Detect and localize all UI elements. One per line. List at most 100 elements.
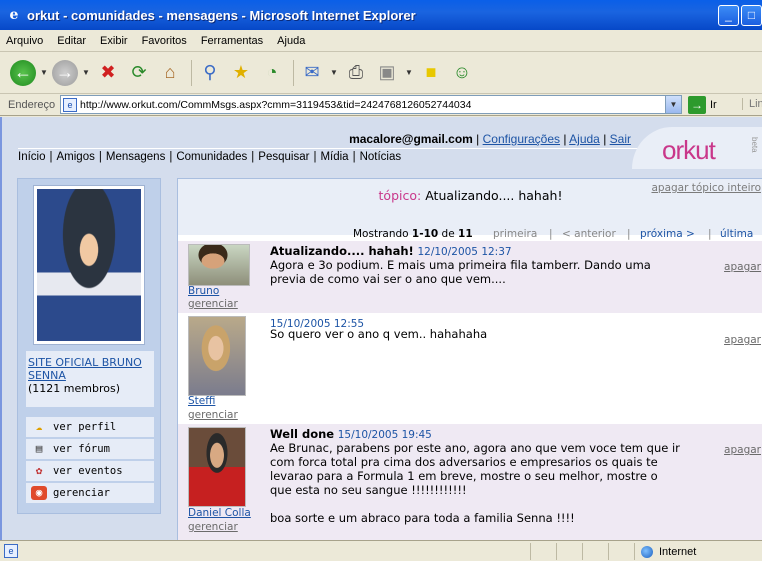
- community-photo[interactable]: [33, 185, 145, 345]
- manage-link[interactable]: gerenciar: [188, 521, 238, 533]
- action-label: ver fórum: [53, 443, 110, 455]
- message-header: Atualizando.... hahah! 12/10/2005 12:37: [270, 244, 512, 258]
- action-ver-perfil[interactable]: ☁ ver perfil: [26, 417, 154, 437]
- avatar[interactable]: [188, 316, 246, 396]
- nav-comunidades[interactable]: Comunidades: [176, 151, 247, 163]
- prev-page-link[interactable]: < anterior: [562, 228, 616, 240]
- minimize-button[interactable]: _: [718, 5, 739, 26]
- print-icon[interactable]: ⎙: [342, 59, 370, 87]
- message-body: Ae Brunac, parabens por este ano, agora …: [270, 441, 680, 525]
- forward-icon[interactable]: →: [52, 59, 78, 86]
- events-icon: ✿: [35, 464, 43, 477]
- author-link[interactable]: Steffi: [188, 395, 215, 407]
- beta-label: beta: [750, 137, 759, 153]
- manage-link[interactable]: gerenciar: [188, 298, 238, 310]
- menu-arquivo[interactable]: Arquivo: [6, 35, 43, 47]
- stop-icon[interactable]: ✖: [94, 59, 122, 87]
- message-body: Agora e 3o podium. E mais uma primeira f…: [270, 258, 651, 286]
- community-actions: ☁ ver perfil ▤ ver fórum ✿ ver eventos ◉…: [26, 417, 154, 505]
- nav-midia[interactable]: Mídia: [320, 151, 348, 163]
- edit-icon[interactable]: ▣: [373, 59, 401, 87]
- action-label: ver eventos: [53, 465, 123, 477]
- menu-ajuda[interactable]: Ajuda: [277, 35, 305, 47]
- help-link[interactable]: Ajuda: [569, 132, 600, 146]
- message-item: Bruno gerenciar Atualizando.... hahah! 1…: [178, 241, 762, 313]
- total: 11: [458, 228, 473, 240]
- go-button[interactable]: → Ir: [688, 95, 717, 114]
- home-icon[interactable]: ⌂: [156, 59, 184, 87]
- main-nav: Início | Amigos | Mensagens | Comunidades | Pesq…: [18, 148, 644, 165]
- mail-icon[interactable]: ✉: [298, 59, 326, 87]
- nav-inicio[interactable]: Início: [18, 151, 46, 163]
- menu-exibir[interactable]: Exibir: [100, 35, 128, 47]
- action-ver-forum[interactable]: ▤ ver fórum: [26, 439, 154, 459]
- maximize-button[interactable]: □: [741, 5, 762, 26]
- refresh-icon[interactable]: ⟳: [125, 59, 153, 87]
- back-icon[interactable]: ←: [10, 59, 36, 86]
- links-toolbar[interactable]: Links: [742, 98, 762, 110]
- logout-link[interactable]: Sair: [610, 132, 631, 146]
- favorites-icon[interactable]: ★: [227, 59, 255, 87]
- settings-link[interactable]: Configurações: [483, 132, 560, 146]
- topic-title-line: tópico: Atualizando.... hahah!: [178, 188, 762, 203]
- range: 1-10: [411, 228, 439, 240]
- forum-icon: ▤: [35, 442, 43, 455]
- messenger-icon[interactable]: ☺: [448, 59, 476, 87]
- address-bar: Endereço e http://www.orkut.com/CommMsgs…: [0, 94, 762, 116]
- community-info: SITE OFICIAL BRUNO SENNA (1121 membros): [26, 351, 154, 407]
- zone-label: Internet: [659, 545, 697, 558]
- mail-dropdown-icon[interactable]: ▼: [329, 59, 339, 87]
- member-count: (1121 membros): [28, 382, 120, 395]
- menu-ferramentas[interactable]: Ferramentas: [201, 35, 263, 47]
- nav-noticias[interactable]: Notícias: [360, 151, 402, 163]
- address-input[interactable]: e http://www.orkut.com/CommMsgs.aspx?cmm…: [60, 95, 682, 114]
- logo-wordmark: orkut: [662, 135, 716, 165]
- manage-link[interactable]: gerenciar: [188, 409, 238, 421]
- action-gerenciar[interactable]: ◉ gerenciar: [26, 483, 154, 503]
- url-text[interactable]: http://www.orkut.com/CommMsgs.aspx?cmm=3…: [80, 99, 471, 111]
- edit-dropdown-icon[interactable]: ▼: [404, 59, 414, 87]
- topic-header: apagar tópico inteiro tópico: Atualizand…: [178, 179, 762, 235]
- action-ver-eventos[interactable]: ✿ ver eventos: [26, 461, 154, 481]
- delete-link[interactable]: apagar: [724, 334, 761, 346]
- avatar[interactable]: [188, 244, 250, 286]
- avatar[interactable]: [188, 427, 246, 507]
- delete-link[interactable]: apagar: [724, 261, 761, 273]
- orkut-logo[interactable]: orkut beta: [632, 127, 762, 169]
- delete-link[interactable]: apagar: [724, 444, 761, 456]
- community-name-link[interactable]: SITE OFICIAL BRUNO SENNA: [28, 356, 142, 382]
- last-page-link[interactable]: última: [720, 228, 753, 240]
- profile-icon: ☁: [35, 420, 43, 433]
- window-title: orkut - comunidades - mensagens - Micros…: [27, 7, 416, 23]
- title-bar: e orkut - comunidades - mensagens - Micr…: [0, 0, 762, 30]
- menu-editar[interactable]: Editar: [57, 35, 86, 47]
- address-dropdown-icon[interactable]: ▼: [665, 96, 681, 113]
- manage-icon: ◉: [31, 486, 47, 500]
- message-title: Well done: [270, 427, 335, 441]
- window-controls: _ □: [718, 5, 762, 26]
- messages-panel: apagar tópico inteiro tópico: Atualizand…: [177, 178, 762, 540]
- search-icon[interactable]: ⚲: [196, 59, 224, 87]
- menu-bar: Arquivo Editar Exibir Favoritos Ferramen…: [0, 30, 762, 52]
- author-link[interactable]: Daniel Colla: [188, 507, 251, 519]
- toolbar: ← ▼ → ▼ ✖ ⟳ ⌂ ⚲ ★ ◔ ✉ ▼ ⎙ ▣ ▼ ■ ☺: [0, 52, 762, 94]
- history-icon[interactable]: ◔: [258, 59, 286, 87]
- go-label: Ir: [710, 98, 717, 111]
- nav-amigos[interactable]: Amigos: [57, 151, 95, 163]
- back-dropdown-icon[interactable]: ▼: [39, 59, 49, 87]
- discuss-icon[interactable]: ■: [417, 59, 445, 87]
- orkut-header: macalore@gmail.com | Configurações | Aju…: [2, 117, 762, 169]
- page-status-icon: e: [4, 544, 18, 558]
- menu-favoritos[interactable]: Favoritos: [142, 35, 187, 47]
- community-sidebar: SITE OFICIAL BRUNO SENNA (1121 membros) …: [17, 178, 161, 514]
- address-label: Endereço: [8, 98, 56, 111]
- next-page-link[interactable]: próxima >: [640, 228, 695, 240]
- nav-mensagens[interactable]: Mensagens: [106, 151, 165, 163]
- nav-pesquisar[interactable]: Pesquisar: [258, 151, 309, 163]
- action-label: ver perfil: [53, 421, 117, 433]
- forward-dropdown-icon[interactable]: ▼: [81, 59, 91, 87]
- author-link[interactable]: Bruno: [188, 285, 219, 297]
- page-icon: e: [63, 97, 77, 112]
- topic-label: tópico:: [378, 188, 422, 203]
- first-page-link[interactable]: primeira: [493, 228, 537, 240]
